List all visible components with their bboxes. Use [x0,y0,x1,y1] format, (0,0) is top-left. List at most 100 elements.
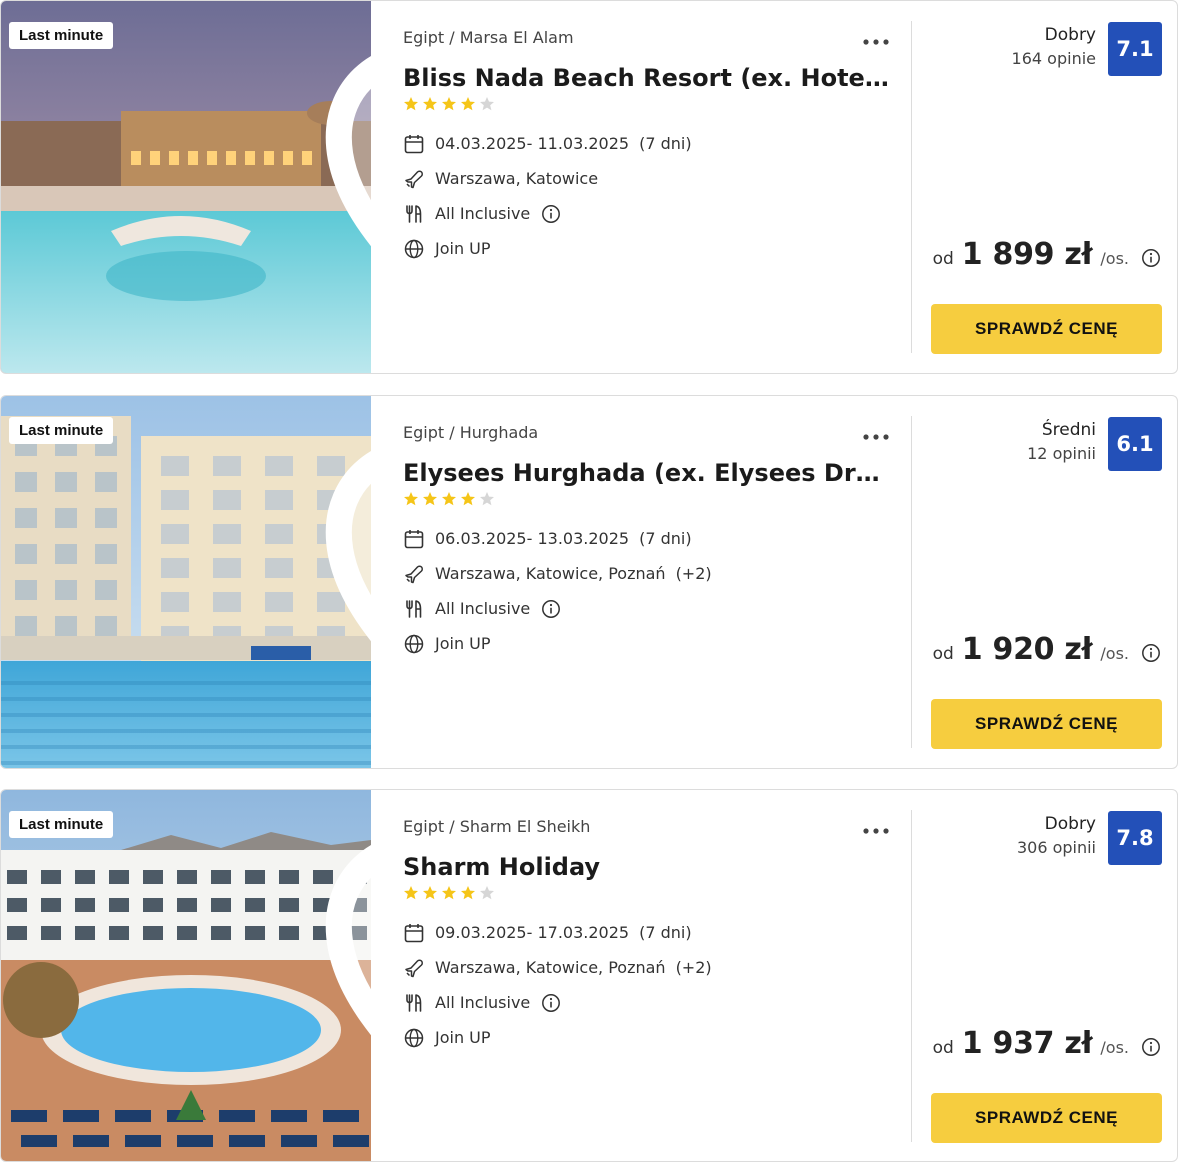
rating-label: Średni [1041,420,1096,440]
price: od 1 920 zł /os. [933,632,1161,667]
card-divider [911,416,912,748]
star-filled-icon [404,886,418,900]
review-count[interactable]: 12 opinii [1027,442,1096,466]
offer-dates: 09.03.2025- 17.03.2025 [435,923,630,942]
offer-info: Egipt / Sharm El Sheikh Sharm Holiday 09… [403,816,893,1055]
price: od 1 937 zł /os. [933,1026,1161,1061]
star-filled-icon [404,97,418,111]
cutlery-icon [403,203,425,225]
price-value: 1 937 zł [961,1026,1093,1061]
departures-row: Warszawa, Katowice [403,161,893,196]
review-count[interactable]: 164 opinie [1012,47,1096,71]
rating-score-badge: 7.8 [1108,811,1162,865]
offer-location[interactable]: Egipt / Hurghada [403,422,893,444]
info-icon[interactable] [1141,643,1161,663]
info-icon[interactable] [541,204,561,224]
dates-row: 09.03.2025- 17.03.2025 (7 dni) [403,915,893,950]
offer-departures: Warszawa, Katowice, Poznań [435,958,666,977]
info-icon[interactable] [1141,1037,1161,1057]
offer-info: Egipt / Marsa El Alam Bliss Nada Beach R… [403,27,893,266]
offer-location[interactable]: Egipt / Marsa El Alam [403,27,893,49]
globe-icon [403,633,425,655]
heart-icon[interactable] [317,416,371,642]
info-icon[interactable] [1141,248,1161,268]
offer-board: All Inclusive [435,599,531,618]
heart-icon[interactable] [317,21,371,247]
star-empty-icon [480,492,494,506]
price-prefix: od [932,644,954,664]
offer-board: All Inclusive [435,204,531,223]
plane-icon [403,957,425,979]
board-row: All Inclusive [403,591,893,626]
offer-operator[interactable]: Join UP [435,1028,491,1047]
offer-operator[interactable]: Join UP [435,634,491,653]
operator-row: Join UP [403,1020,893,1055]
hotel-name[interactable]: Bliss Nada Beach Resort (ex. Hotelux Mar… [403,62,890,94]
last-minute-badge: Last minute [9,22,114,49]
rating-label: Dobry [1044,814,1096,834]
offer-duration: (7 dni) [639,529,692,548]
review-count[interactable]: 306 opinii [1017,836,1096,860]
star-rating [403,885,893,905]
rating-summary[interactable]: Średni 12 opinii [1027,418,1096,466]
price-prefix: od [932,1038,954,1058]
more-dots-icon[interactable] [862,33,890,45]
hotel-name[interactable]: Sharm Holiday [403,851,890,883]
price-unit: /os. [1100,249,1129,268]
star-rating [403,96,893,116]
hotel-name[interactable]: Elysees Hurghada (ex. Elysees Dream Beac… [403,457,890,489]
globe-icon [403,1027,425,1049]
plane-icon [403,563,425,585]
offer-info: Egipt / Hurghada Elysees Hurghada (ex. E… [403,422,893,661]
price-prefix: od [932,249,954,269]
star-filled-icon [423,97,437,111]
price-unit: /os. [1100,1038,1129,1057]
rating-summary[interactable]: Dobry 164 opinie [1012,23,1096,71]
dates-row: 04.03.2025- 11.03.2025 (7 dni) [403,126,893,161]
offer-departures-extra[interactable]: (+2) [676,958,712,977]
calendar-icon [403,528,425,550]
offer-card[interactable]: Last minute Egipt / Marsa El Alam Bliss … [0,0,1178,374]
calendar-icon [403,922,425,944]
info-icon[interactable] [541,599,561,619]
star-rating [403,491,893,511]
offer-list: Last minute Egipt / Marsa El Alam Bliss … [0,0,1178,1162]
rating-score-badge: 7.1 [1108,22,1162,76]
hotel-photo[interactable]: Last minute [1,790,371,1161]
star-filled-icon [404,492,418,506]
offer-card[interactable]: Last minute Egipt / Sharm El Sheikh Shar… [0,789,1178,1162]
check-price-button[interactable]: SPRAWDŹ CENĘ [931,699,1162,749]
more-dots-icon[interactable] [862,822,890,834]
globe-icon [403,238,425,260]
offer-duration: (7 dni) [639,923,692,942]
offer-departures: Warszawa, Katowice, Poznań [435,564,666,583]
card-divider [911,810,912,1142]
rating-label: Dobry [1044,25,1096,45]
check-price-button[interactable]: SPRAWDŹ CENĘ [931,304,1162,354]
departures-row: Warszawa, Katowice, Poznań (+2) [403,950,893,985]
star-filled-icon [442,492,456,506]
offer-location[interactable]: Egipt / Sharm El Sheikh [403,816,893,838]
star-filled-icon [442,97,456,111]
star-filled-icon [423,492,437,506]
hotel-photo[interactable]: Last minute [1,1,371,373]
offer-departures-extra[interactable]: (+2) [676,564,712,583]
offer-departures: Warszawa, Katowice [435,169,599,188]
more-dots-icon[interactable] [862,428,890,440]
offer-dates: 04.03.2025- 11.03.2025 [435,134,630,153]
hotel-photo[interactable]: Last minute [1,396,371,768]
check-price-button[interactable]: SPRAWDŹ CENĘ [931,1093,1162,1143]
price-value: 1 899 zł [961,237,1093,272]
offer-operator[interactable]: Join UP [435,239,491,258]
cutlery-icon [403,992,425,1014]
price-value: 1 920 zł [961,632,1093,667]
price: od 1 899 zł /os. [933,237,1161,272]
heart-icon[interactable] [317,810,371,1036]
offer-card[interactable]: Last minute Egipt / Hurghada Elysees Hur… [0,395,1178,769]
last-minute-badge: Last minute [9,811,114,838]
departures-row: Warszawa, Katowice, Poznań (+2) [403,556,893,591]
calendar-icon [403,133,425,155]
info-icon[interactable] [541,993,561,1013]
rating-summary[interactable]: Dobry 306 opinii [1017,812,1096,860]
card-divider [911,21,912,353]
